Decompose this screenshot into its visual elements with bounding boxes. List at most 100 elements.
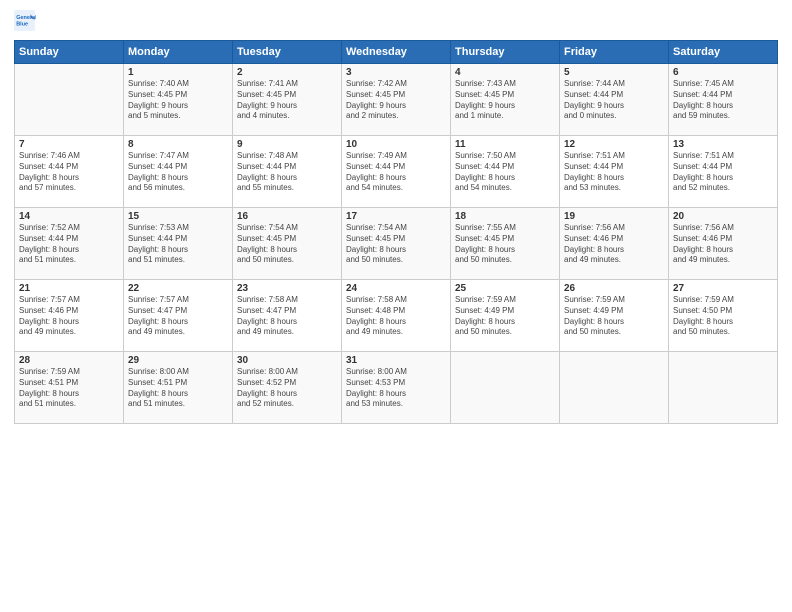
day-info: Sunrise: 7:51 AMSunset: 4:44 PMDaylight:… (564, 151, 664, 194)
column-header-friday: Friday (560, 41, 669, 64)
calendar-cell: 20Sunrise: 7:56 AMSunset: 4:46 PMDayligh… (669, 208, 778, 280)
calendar-cell: 25Sunrise: 7:59 AMSunset: 4:49 PMDayligh… (451, 280, 560, 352)
day-info: Sunrise: 7:54 AMSunset: 4:45 PMDaylight:… (346, 223, 446, 266)
day-number: 28 (19, 355, 119, 366)
calendar-cell: 11Sunrise: 7:50 AMSunset: 4:44 PMDayligh… (451, 136, 560, 208)
day-number: 30 (237, 355, 337, 366)
day-number: 3 (346, 67, 446, 78)
day-number: 7 (19, 139, 119, 150)
column-header-tuesday: Tuesday (233, 41, 342, 64)
calendar-cell: 27Sunrise: 7:59 AMSunset: 4:50 PMDayligh… (669, 280, 778, 352)
calendar-cell: 2Sunrise: 7:41 AMSunset: 4:45 PMDaylight… (233, 64, 342, 136)
day-info: Sunrise: 7:43 AMSunset: 4:45 PMDaylight:… (455, 79, 555, 122)
calendar-cell: 10Sunrise: 7:49 AMSunset: 4:44 PMDayligh… (342, 136, 451, 208)
day-info: Sunrise: 7:59 AMSunset: 4:49 PMDaylight:… (455, 295, 555, 338)
day-info: Sunrise: 8:00 AMSunset: 4:51 PMDaylight:… (128, 367, 228, 410)
day-info: Sunrise: 7:57 AMSunset: 4:47 PMDaylight:… (128, 295, 228, 338)
calendar-cell: 15Sunrise: 7:53 AMSunset: 4:44 PMDayligh… (124, 208, 233, 280)
day-info: Sunrise: 7:44 AMSunset: 4:44 PMDaylight:… (564, 79, 664, 122)
day-number: 23 (237, 283, 337, 294)
day-info: Sunrise: 7:46 AMSunset: 4:44 PMDaylight:… (19, 151, 119, 194)
calendar-cell: 12Sunrise: 7:51 AMSunset: 4:44 PMDayligh… (560, 136, 669, 208)
day-number: 6 (673, 67, 773, 78)
calendar-cell: 18Sunrise: 7:55 AMSunset: 4:45 PMDayligh… (451, 208, 560, 280)
day-info: Sunrise: 8:00 AMSunset: 4:53 PMDaylight:… (346, 367, 446, 410)
day-info: Sunrise: 7:56 AMSunset: 4:46 PMDaylight:… (673, 223, 773, 266)
calendar-cell (15, 64, 124, 136)
calendar-cell: 4Sunrise: 7:43 AMSunset: 4:45 PMDaylight… (451, 64, 560, 136)
day-number: 2 (237, 67, 337, 78)
day-number: 14 (19, 211, 119, 222)
calendar-cell: 5Sunrise: 7:44 AMSunset: 4:44 PMDaylight… (560, 64, 669, 136)
day-number: 8 (128, 139, 228, 150)
day-info: Sunrise: 7:49 AMSunset: 4:44 PMDaylight:… (346, 151, 446, 194)
day-info: Sunrise: 7:53 AMSunset: 4:44 PMDaylight:… (128, 223, 228, 266)
calendar-cell: 29Sunrise: 8:00 AMSunset: 4:51 PMDayligh… (124, 352, 233, 424)
calendar-cell (560, 352, 669, 424)
day-number: 21 (19, 283, 119, 294)
day-number: 10 (346, 139, 446, 150)
day-info: Sunrise: 7:45 AMSunset: 4:44 PMDaylight:… (673, 79, 773, 122)
calendar-cell (669, 352, 778, 424)
day-number: 17 (346, 211, 446, 222)
week-row-4: 21Sunrise: 7:57 AMSunset: 4:46 PMDayligh… (15, 280, 778, 352)
day-number: 29 (128, 355, 228, 366)
calendar-cell: 23Sunrise: 7:58 AMSunset: 4:47 PMDayligh… (233, 280, 342, 352)
calendar-cell: 14Sunrise: 7:52 AMSunset: 4:44 PMDayligh… (15, 208, 124, 280)
page: General Blue SundayMondayTuesdayWednesda… (0, 0, 792, 612)
header: General Blue (14, 10, 778, 32)
day-info: Sunrise: 7:47 AMSunset: 4:44 PMDaylight:… (128, 151, 228, 194)
week-row-2: 7Sunrise: 7:46 AMSunset: 4:44 PMDaylight… (15, 136, 778, 208)
day-number: 1 (128, 67, 228, 78)
day-number: 15 (128, 211, 228, 222)
logo-icon: General Blue (14, 10, 36, 32)
week-row-5: 28Sunrise: 7:59 AMSunset: 4:51 PMDayligh… (15, 352, 778, 424)
day-number: 20 (673, 211, 773, 222)
column-header-wednesday: Wednesday (342, 41, 451, 64)
calendar-cell: 26Sunrise: 7:59 AMSunset: 4:49 PMDayligh… (560, 280, 669, 352)
svg-text:Blue: Blue (16, 21, 28, 27)
calendar-cell: 24Sunrise: 7:58 AMSunset: 4:48 PMDayligh… (342, 280, 451, 352)
day-info: Sunrise: 7:59 AMSunset: 4:50 PMDaylight:… (673, 295, 773, 338)
day-info: Sunrise: 7:42 AMSunset: 4:45 PMDaylight:… (346, 79, 446, 122)
calendar-cell: 17Sunrise: 7:54 AMSunset: 4:45 PMDayligh… (342, 208, 451, 280)
day-info: Sunrise: 7:41 AMSunset: 4:45 PMDaylight:… (237, 79, 337, 122)
calendar-cell: 16Sunrise: 7:54 AMSunset: 4:45 PMDayligh… (233, 208, 342, 280)
calendar-cell: 1Sunrise: 7:40 AMSunset: 4:45 PMDaylight… (124, 64, 233, 136)
day-info: Sunrise: 7:50 AMSunset: 4:44 PMDaylight:… (455, 151, 555, 194)
calendar-cell: 3Sunrise: 7:42 AMSunset: 4:45 PMDaylight… (342, 64, 451, 136)
day-info: Sunrise: 7:48 AMSunset: 4:44 PMDaylight:… (237, 151, 337, 194)
column-header-saturday: Saturday (669, 41, 778, 64)
day-info: Sunrise: 7:58 AMSunset: 4:48 PMDaylight:… (346, 295, 446, 338)
day-number: 9 (237, 139, 337, 150)
day-info: Sunrise: 7:56 AMSunset: 4:46 PMDaylight:… (564, 223, 664, 266)
day-number: 5 (564, 67, 664, 78)
day-info: Sunrise: 7:40 AMSunset: 4:45 PMDaylight:… (128, 79, 228, 122)
day-number: 13 (673, 139, 773, 150)
day-number: 24 (346, 283, 446, 294)
day-number: 11 (455, 139, 555, 150)
day-info: Sunrise: 8:00 AMSunset: 4:52 PMDaylight:… (237, 367, 337, 410)
day-number: 26 (564, 283, 664, 294)
day-number: 4 (455, 67, 555, 78)
day-number: 16 (237, 211, 337, 222)
day-info: Sunrise: 7:51 AMSunset: 4:44 PMDaylight:… (673, 151, 773, 194)
day-info: Sunrise: 7:52 AMSunset: 4:44 PMDaylight:… (19, 223, 119, 266)
calendar-cell: 30Sunrise: 8:00 AMSunset: 4:52 PMDayligh… (233, 352, 342, 424)
day-number: 19 (564, 211, 664, 222)
day-number: 12 (564, 139, 664, 150)
header-row: SundayMondayTuesdayWednesdayThursdayFrid… (15, 41, 778, 64)
day-info: Sunrise: 7:59 AMSunset: 4:51 PMDaylight:… (19, 367, 119, 410)
day-number: 27 (673, 283, 773, 294)
calendar-cell: 21Sunrise: 7:57 AMSunset: 4:46 PMDayligh… (15, 280, 124, 352)
calendar-cell: 22Sunrise: 7:57 AMSunset: 4:47 PMDayligh… (124, 280, 233, 352)
calendar-cell: 9Sunrise: 7:48 AMSunset: 4:44 PMDaylight… (233, 136, 342, 208)
day-number: 25 (455, 283, 555, 294)
day-number: 18 (455, 211, 555, 222)
calendar-cell: 7Sunrise: 7:46 AMSunset: 4:44 PMDaylight… (15, 136, 124, 208)
day-number: 22 (128, 283, 228, 294)
column-header-monday: Monday (124, 41, 233, 64)
day-info: Sunrise: 7:58 AMSunset: 4:47 PMDaylight:… (237, 295, 337, 338)
week-row-1: 1Sunrise: 7:40 AMSunset: 4:45 PMDaylight… (15, 64, 778, 136)
calendar-cell (451, 352, 560, 424)
